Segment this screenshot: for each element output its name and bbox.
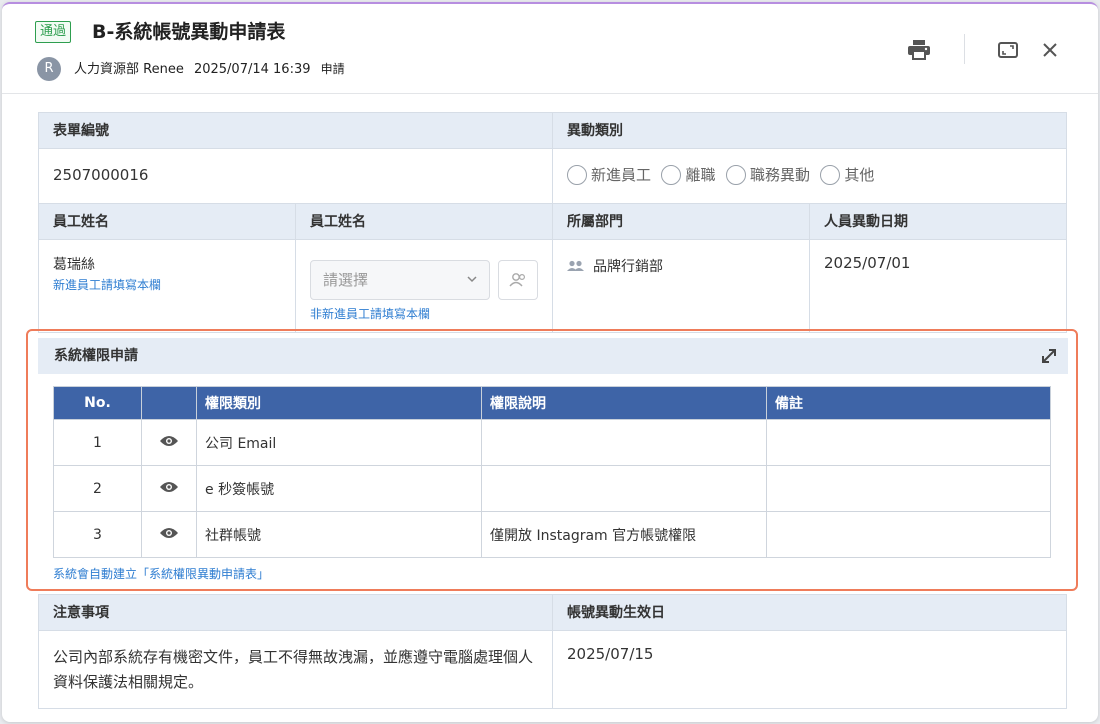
radio-circle [725, 164, 746, 185]
permission-table: No. 權限類別 權限說明 備註 1 公司 Email 2 e 秒簽帳號 3 社… [53, 386, 1051, 558]
row-note [766, 465, 1051, 512]
applied-action: 申請 [320, 62, 345, 76]
change-type-field: 異動類別 新進員工 離職 職務異動 其他 [552, 112, 1067, 204]
table-row: 3 社群帳號 僅開放 Instagram 官方帳號權限 [53, 511, 1051, 558]
department-label: 所屬部門 [553, 204, 809, 240]
person-picker-button[interactable] [498, 260, 538, 300]
row-note [766, 511, 1051, 558]
col-type: 權限類別 [196, 386, 482, 420]
form-no-label: 表單編號 [39, 113, 552, 149]
row-type: 社群帳號 [196, 511, 482, 558]
department-value-row: 品牌行銷部 [553, 240, 809, 276]
close-button[interactable] [1036, 36, 1064, 64]
radio-new-employee[interactable]: 新進員工 [567, 164, 651, 185]
change-type-radio-group: 新進員工 離職 職務異動 其他 [553, 149, 1066, 189]
status-badge: 通過 [35, 21, 72, 43]
col-note: 備註 [766, 386, 1051, 420]
header-divider [964, 34, 965, 64]
radio-other[interactable]: 其他 [820, 164, 874, 185]
employee-name-field: 員工姓名 葛瑞絲 新進員工請填寫本欄 [38, 203, 296, 333]
row-note [766, 419, 1051, 466]
row-type: 公司 Email [196, 419, 482, 466]
view-button[interactable] [141, 511, 197, 558]
employee-name-hint: 新進員工請填寫本欄 [53, 278, 162, 292]
radio-circle [567, 164, 587, 185]
row-desc [481, 465, 767, 512]
expand-icon[interactable] [1040, 347, 1058, 365]
people-icon [509, 273, 526, 287]
print-icon [908, 40, 930, 60]
effective-date-field: 帳號異動生效日 2025/07/15 [552, 594, 1067, 709]
radio-circle [820, 164, 841, 185]
people-icon [567, 260, 584, 271]
radio-circle [661, 164, 682, 185]
change-type-label: 異動類別 [553, 113, 1066, 149]
applicant-name: 人力資源部 Renee [74, 62, 184, 77]
col-view [141, 386, 197, 420]
change-date-field: 人員異動日期 2025/07/01 [809, 203, 1067, 333]
maximize-icon [998, 42, 1018, 58]
department-field: 所屬部門 品牌行銷部 [552, 203, 810, 333]
employee-select-field: 員工姓名 請選擇 非新進員工請填寫本欄 [295, 203, 553, 333]
chevron-down-icon [467, 276, 477, 283]
avatar: R [37, 57, 61, 81]
view-button[interactable] [141, 419, 197, 466]
page-title: B-系統帳號異動申請表 [92, 21, 286, 43]
col-no: No. [53, 386, 142, 420]
row-no: 1 [53, 419, 142, 466]
radio-resign[interactable]: 離職 [661, 164, 715, 185]
employee-name-label: 員工姓名 [39, 204, 295, 240]
eye-icon [160, 481, 178, 492]
table-header-row: No. 權限類別 權限說明 備註 [53, 386, 1051, 420]
print-button[interactable] [905, 36, 933, 64]
permission-footer-note: 系統會自動建立「系統權限異動申請表」 [53, 567, 270, 581]
row-type: e 秒簽帳號 [196, 465, 482, 512]
employee-name-value: 葛瑞絲 [53, 257, 95, 273]
permission-section-title: 系統權限申請 [54, 348, 138, 364]
form-no-field: 表單編號 2507000016 [38, 112, 553, 204]
effective-date-label: 帳號異動生效日 [553, 595, 1066, 631]
view-button[interactable] [141, 465, 197, 512]
effective-date-value: 2025/07/15 [567, 645, 654, 663]
dialog-header: 通過 B-系統帳號異動申請表 R 人力資源部 Renee 2025/07/14 … [2, 4, 1098, 94]
eye-icon [160, 435, 178, 446]
row-no: 2 [53, 465, 142, 512]
notice-field: 注意事項 公司內部系統存有機密文件，員工不得無故洩漏，並應遵守電腦處理個人資料保… [38, 594, 553, 709]
permission-section-header: 系統權限申請 [38, 338, 1068, 374]
table-row: 1 公司 Email [53, 419, 1051, 466]
department-value: 品牌行銷部 [593, 259, 663, 275]
employee-select[interactable]: 請選擇 [310, 260, 490, 300]
close-icon [1043, 43, 1057, 57]
change-date-value: 2025/07/01 [824, 254, 911, 272]
col-desc: 權限說明 [481, 386, 767, 420]
change-date-label: 人員異動日期 [810, 204, 1066, 240]
row-desc: 僅開放 Instagram 官方帳號權限 [481, 511, 767, 558]
radio-job-change[interactable]: 職務異動 [725, 164, 810, 185]
notice-text: 公司內部系統存有機密文件，員工不得無故洩漏，並應遵守電腦處理個人資料保護法相關規… [53, 648, 534, 691]
applicant-info: 人力資源部 Renee 2025/07/14 16:39 申請 [74, 58, 351, 81]
notice-label: 注意事項 [39, 595, 552, 631]
employee-select-placeholder: 請選擇 [323, 271, 369, 289]
row-no: 3 [53, 511, 142, 558]
applied-time: 2025/07/14 16:39 [193, 62, 311, 77]
employee-name2-label: 員工姓名 [296, 204, 552, 240]
permission-section: 系統權限申請 No. 權限類別 權限說明 備註 1 公司 Email 2 e 秒… [26, 329, 1078, 591]
eye-icon [160, 527, 178, 538]
row-desc [481, 419, 767, 466]
employee-name2-hint: 非新進員工請填寫本欄 [310, 307, 431, 321]
form-no-value: 2507000016 [53, 166, 149, 184]
table-row: 2 e 秒簽帳號 [53, 465, 1051, 512]
dialog: 通過 B-系統帳號異動申請表 R 人力資源部 Renee 2025/07/14 … [2, 2, 1098, 722]
maximize-button[interactable] [994, 36, 1022, 64]
